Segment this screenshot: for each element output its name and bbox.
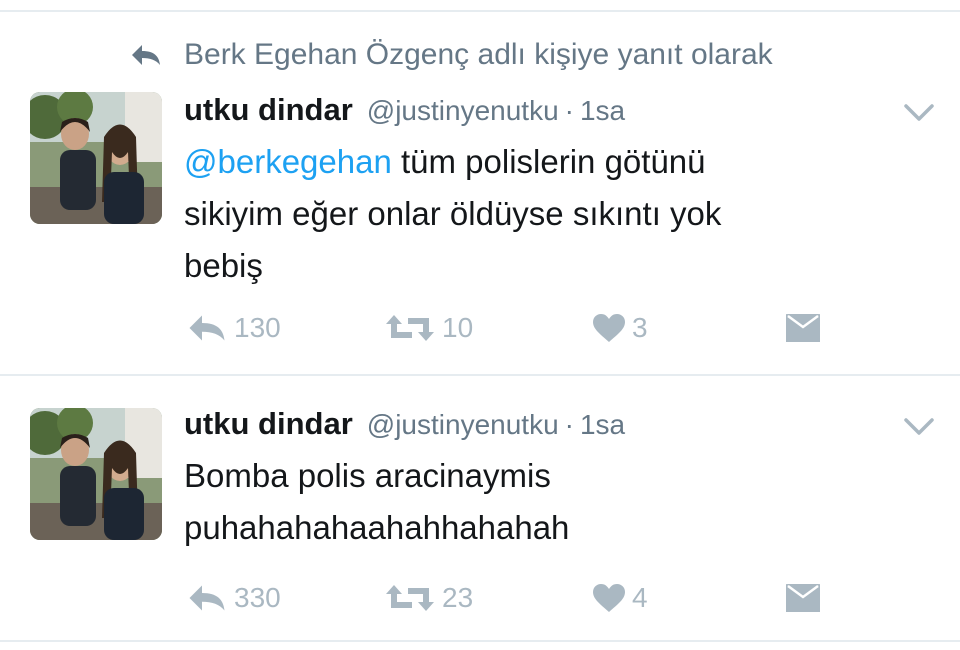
chevron-down-icon[interactable] bbox=[902, 102, 936, 124]
display-name[interactable]: utku dindar bbox=[184, 92, 353, 128]
like-button[interactable]: 3 bbox=[592, 312, 648, 344]
tweet-text: Bomba polis aracinaymis puhahahahaahahha… bbox=[184, 450, 904, 554]
tweet-header: utku dindar @justinyenutku · 1sa bbox=[184, 92, 625, 128]
separator-dot: · bbox=[564, 95, 574, 126]
envelope-icon bbox=[786, 584, 820, 612]
retweet-icon bbox=[386, 315, 434, 341]
envelope-icon bbox=[786, 314, 820, 342]
tweet-text-line: bebiş bbox=[184, 247, 263, 284]
chevron-down-icon[interactable] bbox=[902, 416, 936, 438]
separator-dot: · bbox=[564, 409, 574, 440]
mention-link[interactable]: @berkegehan bbox=[184, 143, 392, 180]
message-button[interactable] bbox=[784, 312, 822, 344]
display-name[interactable]: utku dindar bbox=[184, 406, 353, 442]
username[interactable]: @justinyenutku bbox=[367, 409, 559, 441]
reply-context-text: Berk Egehan Özgenç adlı kişiye yanıt ola… bbox=[184, 38, 773, 71]
reply-count: 330 bbox=[234, 582, 281, 613]
bottom-divider bbox=[0, 640, 960, 642]
retweet-icon bbox=[386, 585, 434, 611]
tweet-text-segment: tüm polislerin götünü bbox=[391, 143, 706, 180]
reply-context[interactable]: Berk Egehan Özgenç adlı kişiye yanıt ola… bbox=[130, 38, 773, 72]
reply-button[interactable]: 330 bbox=[186, 582, 281, 614]
tweet-2[interactable]: utku dindar @justinyenutku · 1sa Bomba p… bbox=[0, 376, 960, 640]
avatar-photo bbox=[30, 408, 162, 540]
tweet-text-line: puhahahahaahahhahahah bbox=[184, 509, 570, 546]
tweet-1[interactable]: Berk Egehan Özgenç adlı kişiye yanıt ola… bbox=[0, 0, 960, 372]
avatar[interactable] bbox=[30, 92, 162, 224]
avatar-photo bbox=[30, 92, 162, 224]
heart-icon bbox=[593, 584, 625, 612]
retweet-count: 23 bbox=[442, 582, 474, 613]
reply-count: 130 bbox=[234, 312, 281, 343]
tweet-header: utku dindar @justinyenutku · 1sa bbox=[184, 406, 625, 442]
timestamp[interactable]: 1sa bbox=[580, 95, 625, 127]
reply-icon bbox=[189, 585, 225, 611]
tweet-text-line: sikiyim eğer onlar öldüyse sıkıntı yok bbox=[184, 195, 722, 232]
timestamp[interactable]: 1sa bbox=[580, 409, 625, 441]
avatar[interactable] bbox=[30, 408, 162, 540]
tweet-text-line: Bomba polis aracinaymis bbox=[184, 457, 551, 494]
retweet-button[interactable]: 10 bbox=[384, 312, 473, 344]
tweet-text: @berkegehan tüm polislerin götünü sikiyi… bbox=[184, 136, 904, 292]
retweet-button[interactable]: 23 bbox=[384, 582, 473, 614]
reply-icon bbox=[189, 315, 225, 341]
message-button[interactable] bbox=[784, 582, 822, 614]
like-button[interactable]: 4 bbox=[592, 582, 648, 614]
heart-icon bbox=[593, 314, 625, 342]
retweet-count: 10 bbox=[442, 312, 474, 343]
like-count: 3 bbox=[632, 312, 648, 343]
like-count: 4 bbox=[632, 582, 648, 613]
reply-button[interactable]: 130 bbox=[186, 312, 281, 344]
reply-icon bbox=[132, 45, 160, 65]
username[interactable]: @justinyenutku bbox=[367, 95, 559, 127]
tweet-text-line: @berkegehan tüm polislerin götünü bbox=[184, 136, 904, 188]
